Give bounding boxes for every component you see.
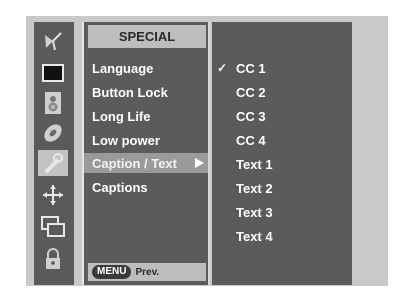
menu-item-label: Low power: [92, 132, 160, 148]
menu-item-low-power[interactable]: Low power: [90, 130, 206, 150]
category-icon-bar: [34, 22, 74, 285]
special-tool-icon[interactable]: [38, 150, 68, 176]
special-menu: SPECIAL Language Button Lock Long Life L…: [82, 22, 210, 285]
submenu-item-label: Text 2: [236, 180, 273, 196]
prev-label: Prev.: [135, 266, 160, 278]
menu-item-label: Long Life: [92, 108, 151, 124]
menu-item-button-lock[interactable]: Button Lock: [90, 82, 206, 102]
pip-icon[interactable]: [38, 214, 68, 240]
menu-title: SPECIAL: [88, 25, 206, 48]
disc-icon[interactable]: [38, 120, 68, 146]
submenu-item-cc1[interactable]: ✓ CC 1: [212, 58, 342, 78]
antenna-icon[interactable]: [38, 28, 68, 54]
menu-item-label: Caption / Text: [92, 155, 177, 171]
submenu-item-label: CC 1: [236, 60, 266, 76]
submenu-item-cc2[interactable]: CC 2: [212, 82, 342, 102]
submenu-item-label: Text 1: [236, 156, 273, 172]
check-icon: ✓: [216, 61, 228, 75]
arrow-right-icon: [195, 158, 204, 168]
menu-item-label: Button Lock: [92, 84, 168, 100]
menu-item-captions[interactable]: Captions: [90, 177, 206, 197]
menu-footer: MENU Prev.: [88, 263, 206, 281]
menu-item-caption-text[interactable]: Caption / Text: [84, 153, 208, 173]
submenu-item-text4[interactable]: Text 4: [212, 226, 342, 246]
menu-item-language[interactable]: Language: [90, 58, 206, 78]
menu-item-label: Language: [92, 60, 154, 76]
menu-item-label: Captions: [92, 179, 148, 195]
move-icon[interactable]: [38, 182, 68, 208]
osd-menu: SPECIAL Language Button Lock Long Life L…: [34, 22, 352, 285]
submenu-item-cc3[interactable]: CC 3: [212, 106, 342, 126]
submenu-item-label: CC 4: [236, 132, 266, 148]
submenu-item-label: Text 4: [236, 228, 273, 244]
submenu-item-label: CC 2: [236, 84, 266, 100]
lock-icon[interactable]: [38, 246, 68, 272]
speaker-icon[interactable]: [38, 90, 68, 116]
submenu-item-text3[interactable]: Text 3: [212, 202, 342, 222]
submenu-item-label: Text 3: [236, 204, 273, 220]
submenu-item-text1[interactable]: Text 1: [212, 154, 342, 174]
screen-icon[interactable]: [38, 60, 68, 86]
menu-item-long-life[interactable]: Long Life: [90, 106, 206, 126]
submenu-item-cc4[interactable]: CC 4: [212, 130, 342, 150]
menu-button[interactable]: MENU: [92, 265, 132, 279]
submenu-item-label: CC 3: [236, 108, 266, 124]
caption-text-submenu: ✓ CC 1 CC 2 CC 3 CC 4 Text 1 Text 2 Text…: [212, 22, 352, 285]
submenu-item-text2[interactable]: Text 2: [212, 178, 342, 198]
